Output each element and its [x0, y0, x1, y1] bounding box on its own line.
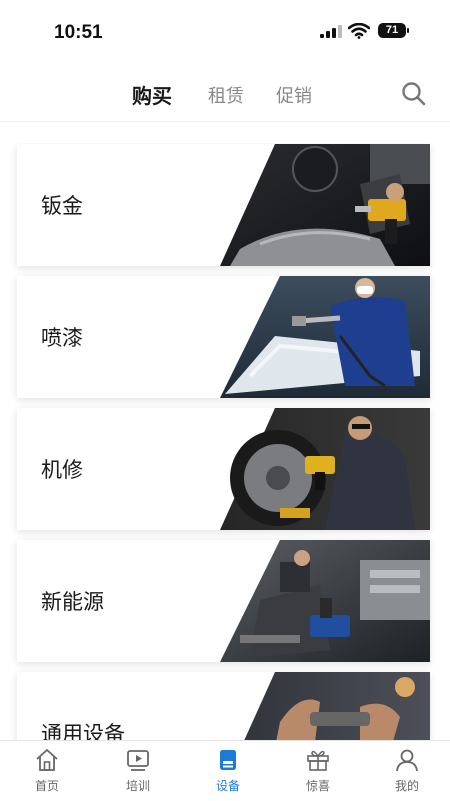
- mechanic-wheel-photo: [220, 408, 430, 530]
- top-tab-bar: 购买 租赁 促销: [0, 72, 450, 116]
- category-label: 新能源: [41, 590, 104, 614]
- hands-with-tool-photo: [244, 672, 430, 740]
- nav-label: 首页: [34, 779, 59, 793]
- person-icon: [396, 749, 418, 772]
- tab-rent[interactable]: 租赁: [208, 82, 244, 108]
- power-tools-workbench-photo: [220, 540, 430, 662]
- nav-label: 设备: [215, 779, 240, 793]
- battery-indicator: 71: [378, 23, 406, 38]
- nav-label: 惊喜: [305, 779, 330, 793]
- category-card-sheet-metal[interactable]: 钣金: [17, 144, 430, 266]
- category-card-general-equipment[interactable]: 通用设备: [17, 672, 430, 740]
- device-icon: [220, 750, 236, 770]
- cellular-signal-icon: [320, 25, 342, 38]
- nav-item-profile[interactable]: 我的: [362, 741, 450, 801]
- home-icon: [36, 749, 58, 771]
- category-label: 通用设备: [41, 722, 125, 740]
- technician-drilling-photo: [220, 144, 430, 266]
- status-bar: 10:51 71: [0, 0, 450, 60]
- tab-buy[interactable]: 购买: [132, 80, 172, 109]
- status-time: 10:51: [54, 22, 103, 43]
- nav-label: 培训: [125, 779, 150, 793]
- bottom-nav-bar: 首页 培训 设备 惊喜 我的: [0, 740, 450, 801]
- category-list: 钣金 喷漆 机修 新能源 通用设备: [0, 143, 450, 740]
- video-play-icon: [127, 750, 149, 771]
- category-label: 钣金: [41, 194, 83, 218]
- nav-item-home[interactable]: 首页: [2, 741, 92, 801]
- wifi-icon: [348, 23, 370, 39]
- header-divider: [0, 121, 450, 122]
- gift-icon: [307, 750, 329, 771]
- category-label: 机修: [41, 458, 83, 482]
- nav-item-training[interactable]: 培训: [93, 741, 183, 801]
- search-icon[interactable]: [400, 80, 428, 108]
- battery-cap: [407, 28, 409, 33]
- nav-item-equipment[interactable]: 设备: [183, 741, 273, 801]
- category-card-painting[interactable]: 喷漆: [17, 276, 430, 398]
- category-card-mechanical-repair[interactable]: 机修: [17, 408, 430, 530]
- nav-label: 我的: [394, 779, 419, 793]
- category-label: 喷漆: [41, 326, 83, 350]
- category-card-new-energy[interactable]: 新能源: [17, 540, 430, 662]
- tab-promotion[interactable]: 促销: [276, 82, 312, 108]
- nav-item-surprise[interactable]: 惊喜: [273, 741, 363, 801]
- spray-painter-photo: [220, 276, 430, 398]
